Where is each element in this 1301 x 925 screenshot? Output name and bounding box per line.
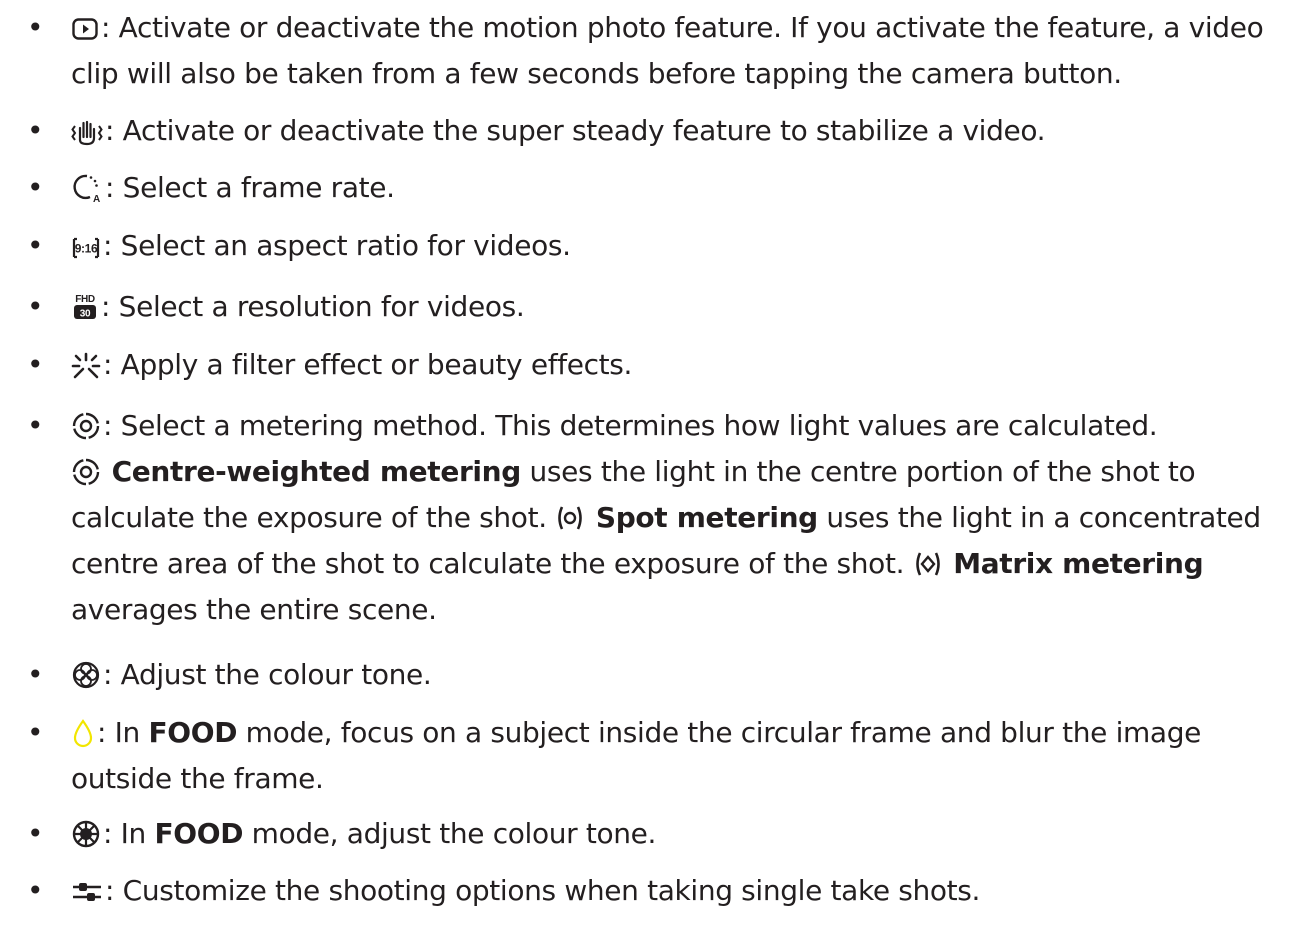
item-text: uses the light in the centre portion of … — [529, 455, 1196, 488]
list-item: • : In FOOD mode, adjust the colour tone… — [27, 811, 1287, 857]
list-item: • A : Select a frame rate. — [27, 165, 1287, 211]
item-text: centre area of the shot to calculate the… — [71, 547, 905, 580]
list-item: • : Activate or deactivate the motion ph… — [27, 5, 1287, 97]
metering-icon — [71, 411, 101, 441]
list-item: • : In FOOD mode, focus on a subject ins… — [27, 710, 1287, 802]
bullet: • — [27, 114, 44, 147]
super-steady-icon — [71, 118, 103, 146]
bullet: • — [27, 11, 44, 44]
centre-weighted-label: Centre-weighted metering — [111, 455, 522, 488]
svg-text:A: A — [93, 194, 100, 203]
food-mode-label: FOOD — [154, 817, 244, 850]
focus-blur-icon — [71, 718, 95, 748]
bullet: • — [27, 229, 44, 262]
bullet: • — [27, 409, 44, 442]
item-text: Select an aspect ratio for videos. — [120, 229, 571, 262]
item-text: Adjust the colour tone. — [120, 658, 432, 691]
bullet: • — [27, 290, 44, 323]
motion-photo-icon — [71, 15, 99, 43]
colour-tone-icon — [71, 660, 101, 690]
item-text: Activate or deactivate the super steady … — [122, 114, 1046, 147]
bullet: • — [27, 874, 44, 907]
list-item: • FHD 30 : Select a resolution for video… — [27, 284, 1287, 330]
item-text: Select a frame rate. — [122, 171, 395, 204]
food-mode-label: FOOD — [148, 716, 238, 749]
item-text: In — [114, 716, 141, 749]
resolution-icon: FHD 30 — [71, 292, 99, 322]
centre-weighted-metering-icon — [71, 457, 101, 487]
aspect-ratio-icon: 9:16 — [71, 235, 101, 261]
single-take-options-icon — [71, 878, 103, 906]
item-text: calculate the exposure of the shot. — [71, 501, 547, 534]
list-item: • : Activate or deactivate the super ste… — [27, 108, 1287, 154]
svg-text:9:16: 9:16 — [75, 242, 98, 256]
frame-rate-icon: A — [71, 173, 103, 203]
bullet: • — [27, 348, 44, 381]
svg-text:30: 30 — [80, 309, 91, 320]
item-text: clip will also be taken from a few secon… — [71, 57, 1122, 90]
spot-metering-icon — [555, 503, 585, 533]
filter-icon — [71, 352, 101, 380]
list-item: • : Select a metering method. This deter… — [27, 403, 1287, 633]
item-text: Select a resolution for videos. — [118, 290, 525, 323]
item-text: Customize the shooting options when taki… — [122, 874, 981, 907]
bullet: • — [27, 817, 44, 850]
item-text: In — [120, 817, 147, 850]
document-page: • : Activate or deactivate the motion ph… — [0, 0, 1301, 925]
item-text: outside the frame. — [71, 762, 324, 795]
item-text: mode, focus on a subject inside the circ… — [245, 716, 1202, 749]
matrix-metering-icon — [913, 549, 943, 579]
item-text: Activate or deactivate the motion photo … — [118, 11, 1264, 44]
item-text: Select a metering method. This determine… — [120, 409, 1158, 442]
bullet: • — [27, 171, 44, 204]
food-colour-tone-icon — [71, 819, 101, 849]
list-item: • : Apply a filter effect or beauty effe… — [27, 342, 1287, 388]
item-text: uses the light in a concentrated — [826, 501, 1261, 534]
bullet: • — [27, 716, 44, 749]
svg-text:FHD: FHD — [75, 294, 95, 305]
bullet: • — [27, 658, 44, 691]
item-text: mode, adjust the colour tone. — [251, 817, 657, 850]
matrix-metering-label: Matrix metering — [953, 547, 1204, 580]
item-text: Apply a filter effect or beauty effects. — [120, 348, 633, 381]
spot-metering-label: Spot metering — [595, 501, 818, 534]
list-item: • : Customize the shooting options when … — [27, 868, 1287, 914]
list-item: • 9:16 : Select an aspect ratio for vide… — [27, 223, 1287, 269]
item-text: averages the entire scene. — [71, 593, 437, 626]
list-item: • : Adjust the colour tone. — [27, 652, 1287, 698]
